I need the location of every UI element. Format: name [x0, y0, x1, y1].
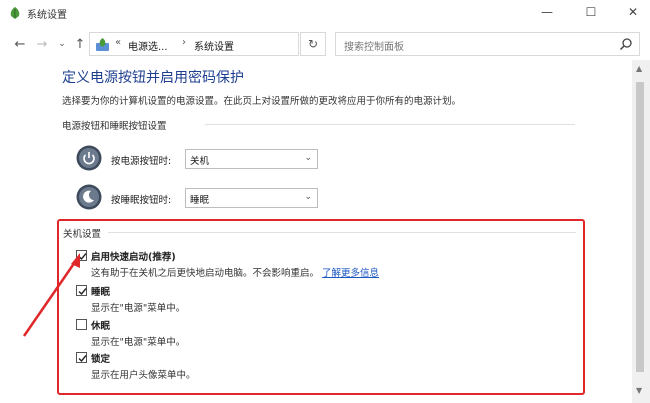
vertical-scrollbar[interactable]: ▲ ▼ [632, 60, 650, 403]
scroll-up-icon[interactable]: ▲ [636, 64, 642, 73]
scrollbar-thumb[interactable] [636, 82, 644, 372]
red-arrow-annotation [22, 253, 80, 337]
scroll-down-icon[interactable]: ▼ [636, 386, 642, 395]
